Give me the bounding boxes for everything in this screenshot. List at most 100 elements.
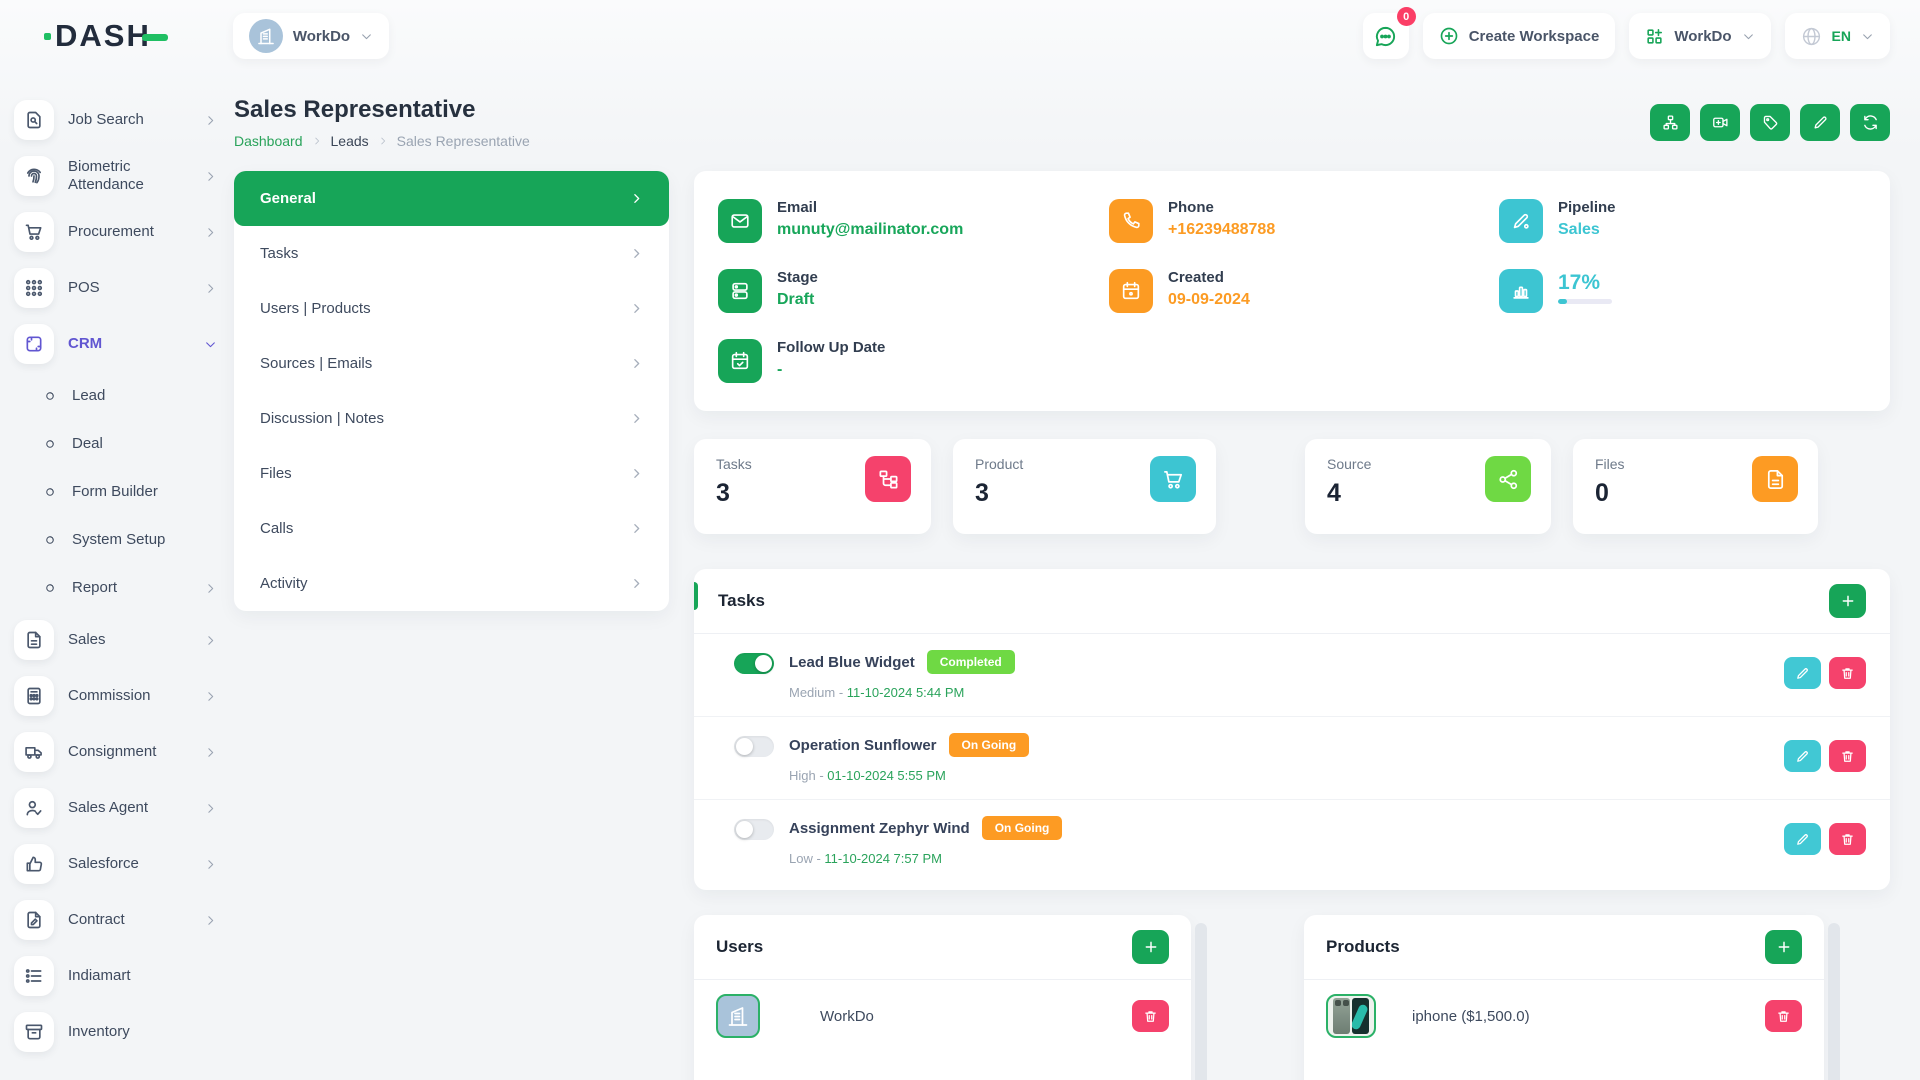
archive-box-icon	[14, 1012, 54, 1052]
ring-icon	[44, 534, 56, 546]
sidebar-item-contract[interactable]: Contract	[14, 892, 221, 948]
file-pen-icon	[14, 900, 54, 940]
sidebar-item-salesforce[interactable]: Salesforce	[14, 836, 221, 892]
building-icon	[726, 1004, 750, 1028]
products-scrollbar[interactable]	[1828, 923, 1840, 1080]
delete-product-button[interactable]	[1765, 1000, 1802, 1032]
language-label: EN	[1832, 28, 1851, 44]
tab-general[interactable]: General	[234, 171, 669, 226]
workspace-menu[interactable]: WorkDo	[1629, 13, 1770, 59]
sidebar-item-system-setup[interactable]: System Setup	[14, 516, 221, 564]
chevron-right-icon	[204, 114, 217, 127]
add-user-button[interactable]	[1132, 930, 1169, 964]
users-scrollbar[interactable]	[1195, 923, 1207, 1080]
sidebar-item-form-builder[interactable]: Form Builder	[14, 468, 221, 516]
task-meta: Low - 11-10-2024 7:57 PM	[789, 851, 1062, 866]
pen-icon	[1499, 199, 1543, 243]
cart-icon	[14, 212, 54, 252]
sidebar-item-deal[interactable]: Deal	[14, 420, 221, 468]
video-call-button[interactable]	[1700, 104, 1740, 141]
breadcrumb-leads[interactable]: Leads	[331, 133, 369, 149]
email-label: Email	[777, 197, 817, 216]
tab-activity[interactable]: Activity	[234, 556, 669, 611]
status-badge: On Going	[949, 733, 1030, 757]
breadcrumb-current: Sales Representative	[397, 133, 530, 149]
workspace-selector[interactable]: WorkDo	[233, 13, 389, 59]
labels-button[interactable]	[1750, 104, 1790, 141]
tab-sources-emails[interactable]: Sources | Emails	[234, 336, 669, 391]
convert-lead-button[interactable]	[1850, 104, 1890, 141]
field-progress: 17%	[1499, 269, 1866, 313]
trash-icon	[1840, 749, 1855, 764]
add-task-button[interactable]	[1829, 584, 1866, 618]
sidebar-item-report[interactable]: Report	[14, 564, 221, 612]
task-complete-toggle[interactable]	[734, 819, 774, 840]
sitemap-button[interactable]	[1650, 104, 1690, 141]
language-selector[interactable]: EN	[1785, 13, 1890, 59]
folder-tree-icon	[865, 456, 911, 502]
pipeline-value: Sales	[1558, 221, 1616, 239]
tab-discussion-notes[interactable]: Discussion | Notes	[234, 391, 669, 446]
task-complete-toggle[interactable]	[734, 736, 774, 757]
tab-users-products[interactable]: Users | Products	[234, 281, 669, 336]
ring-icon	[44, 438, 56, 450]
tab-files[interactable]: Files	[234, 446, 669, 501]
stat-tasks: Tasks 3	[694, 439, 931, 534]
chevron-right-icon	[204, 802, 217, 815]
task-row: Lead Blue Widget Completed Medium - 11-1…	[694, 634, 1890, 717]
status-badge: Completed	[927, 650, 1015, 674]
task-complete-toggle[interactable]	[734, 653, 774, 674]
plus-icon	[1143, 939, 1159, 955]
app-window-icon	[14, 324, 54, 364]
convert-arrows-icon	[1862, 114, 1879, 131]
sidebar-item-crm[interactable]: CRM	[14, 316, 221, 372]
sidebar-item-inventory[interactable]: Inventory	[14, 1004, 221, 1060]
field-created: Created 09-09-2024	[1109, 269, 1499, 313]
trash-icon	[1840, 832, 1855, 847]
sidebar-item-sales-agent[interactable]: Sales Agent	[14, 780, 221, 836]
sidebar-item-job-search[interactable]: Job Search	[14, 92, 221, 148]
edit-lead-button[interactable]	[1800, 104, 1840, 141]
messages-button[interactable]: 0	[1363, 13, 1409, 59]
delete-user-button[interactable]	[1132, 1000, 1169, 1032]
delete-task-button[interactable]	[1829, 657, 1866, 689]
pencil-icon	[1795, 832, 1810, 847]
trash-icon	[1776, 1009, 1791, 1024]
field-phone: Phone +16239488788	[1109, 199, 1499, 243]
add-product-button[interactable]	[1765, 930, 1802, 964]
sidebar-item-biometric-attendance[interactable]: Biometric Attendance	[14, 148, 221, 204]
tab-calls[interactable]: Calls	[234, 501, 669, 556]
sidebar-item-indiamart[interactable]: Indiamart	[14, 948, 221, 1004]
tasks-card: Tasks Lead Blue Widget Completed Medium …	[694, 569, 1890, 890]
breadcrumb-dashboard[interactable]: Dashboard	[234, 133, 303, 149]
file-icon	[1752, 456, 1798, 502]
sidebar-item-consignment[interactable]: Consignment	[14, 724, 221, 780]
sidebar-item-commission[interactable]: Commission	[14, 668, 221, 724]
field-stage: Stage Draft	[718, 269, 1109, 313]
sidebar-item-lead[interactable]: Lead	[14, 372, 221, 420]
dash-logo[interactable]: DASH	[55, 13, 151, 59]
plus-icon	[1840, 593, 1856, 609]
chevron-right-icon	[630, 357, 643, 370]
edit-task-button[interactable]	[1784, 657, 1821, 689]
tab-tasks[interactable]: Tasks	[234, 226, 669, 281]
sidebar-item-procurement[interactable]: Procurement	[14, 204, 221, 260]
task-meta: High - 01-10-2024 5:55 PM	[789, 768, 1029, 783]
sidebar-item-pos[interactable]: POS	[14, 260, 221, 316]
task-row: Assignment Zephyr Wind On Going Low - 11…	[694, 800, 1890, 890]
delete-task-button[interactable]	[1829, 740, 1866, 772]
product-image	[1326, 994, 1376, 1038]
main-content: Sales Representative Dashboard Leads Sal…	[231, 86, 1920, 1080]
create-workspace-button[interactable]: Create Workspace	[1423, 13, 1616, 59]
sidebar-item-sales[interactable]: Sales	[14, 612, 221, 668]
delete-task-button[interactable]	[1829, 823, 1866, 855]
created-value: 09-09-2024	[1168, 291, 1250, 309]
ring-icon	[44, 486, 56, 498]
edit-task-button[interactable]	[1784, 823, 1821, 855]
edit-task-button[interactable]	[1784, 740, 1821, 772]
product-name: iphone ($1,500.0)	[1412, 1008, 1530, 1025]
email-value: munuty@mailinator.com	[777, 221, 963, 239]
stat-source: Source 4	[1305, 439, 1551, 534]
pipeline-label: Pipeline	[1558, 197, 1616, 216]
circle-plus-icon	[1439, 26, 1459, 46]
